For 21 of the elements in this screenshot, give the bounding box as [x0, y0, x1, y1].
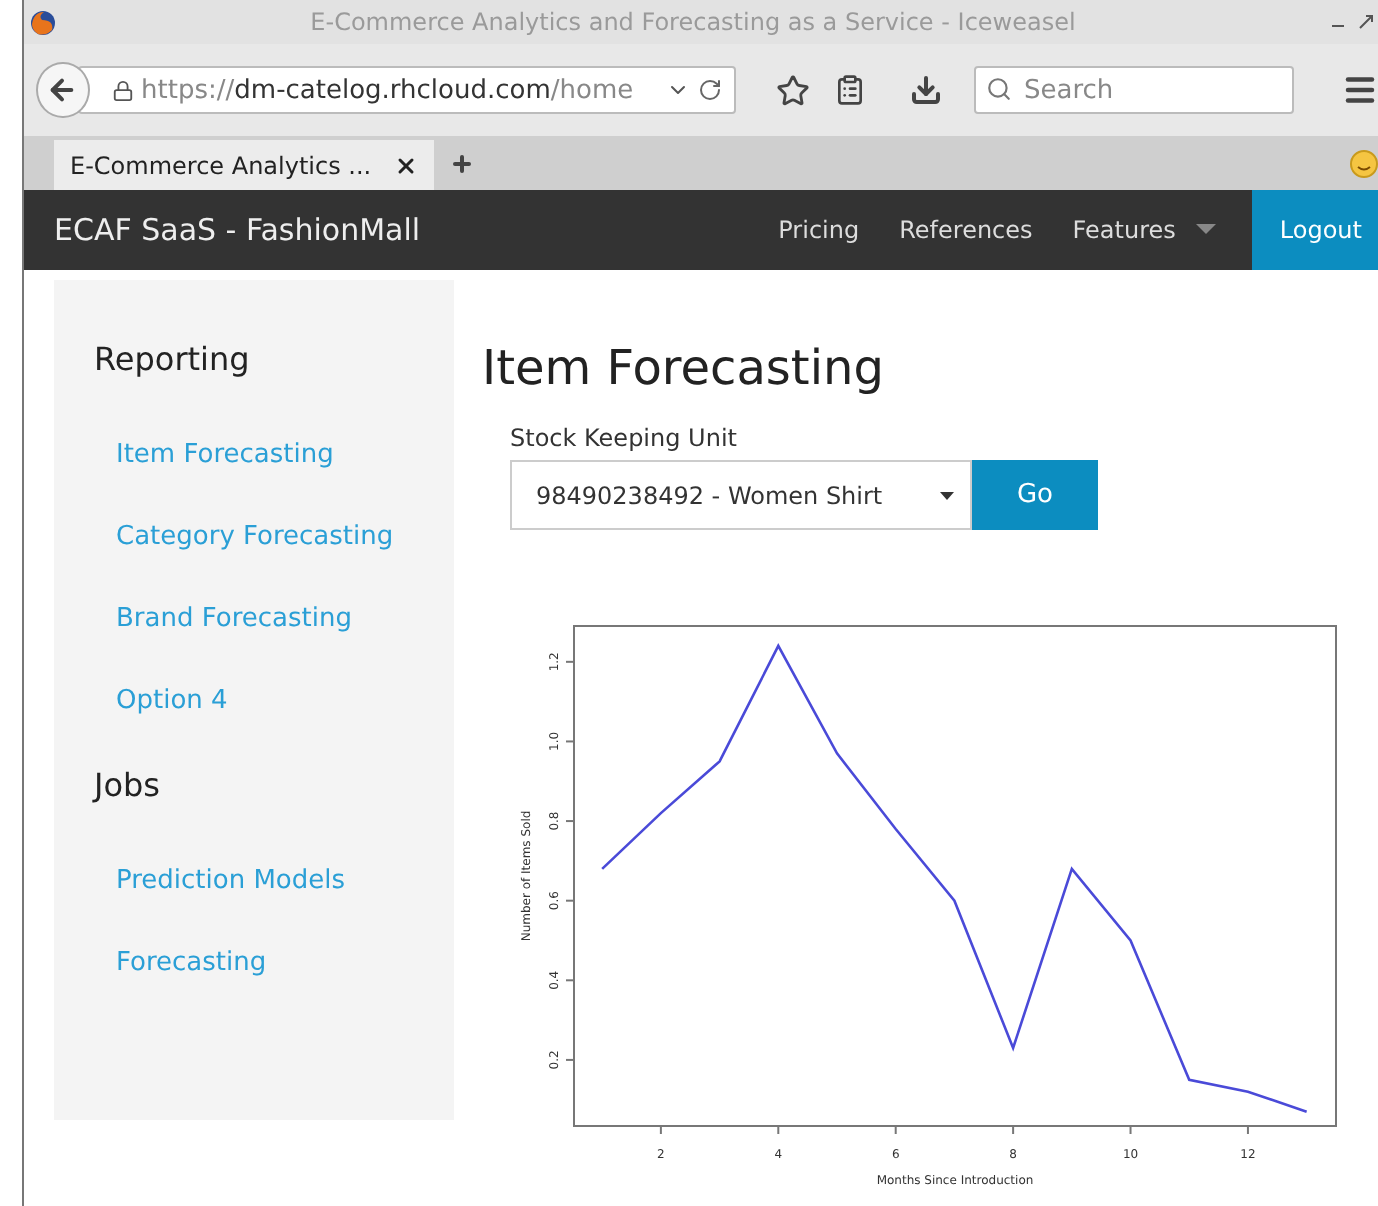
brand-name[interactable]: ECAF SaaS - FashionMall	[54, 212, 759, 248]
sidebar-link[interactable]: Option 4	[54, 684, 454, 718]
logout-button[interactable]: Logout	[1251, 190, 1378, 270]
nav-link[interactable]: Pricing	[758, 216, 880, 244]
sidebar-heading: Reporting	[92, 340, 252, 378]
window-title: E-Commerce Analytics and Forecasting as a Service - Iceweasel	[308, 8, 1078, 36]
browser-tab[interactable]: E-Commerce Analytics ...	[54, 140, 434, 190]
field-label: Stock Keeping Unit	[510, 424, 739, 452]
sidebar-link[interactable]: Category Forecasting	[54, 520, 454, 554]
sku-select[interactable]: 98490238492 - Women Shirt	[510, 460, 972, 530]
sidebar-link[interactable]: Brand Forecasting	[54, 602, 454, 636]
sidebar-link[interactable]: Prediction Models	[54, 864, 454, 898]
go-button[interactable]: Go	[972, 460, 1098, 530]
sidebar-heading: Jobs	[90, 766, 162, 804]
page-title: Item Forecasting	[482, 340, 886, 396]
sidebar-link[interactable]: Item Forecasting	[54, 438, 454, 472]
search-field[interactable]: Search	[974, 66, 1294, 114]
url-field[interactable]: https://dm-catelog.rhcloud.com/home	[77, 66, 736, 114]
nav-link[interactable]: References	[879, 216, 1053, 244]
sidebar-link[interactable]: Forecasting	[54, 946, 454, 980]
nav-link[interactable]: Features	[1052, 216, 1236, 244]
